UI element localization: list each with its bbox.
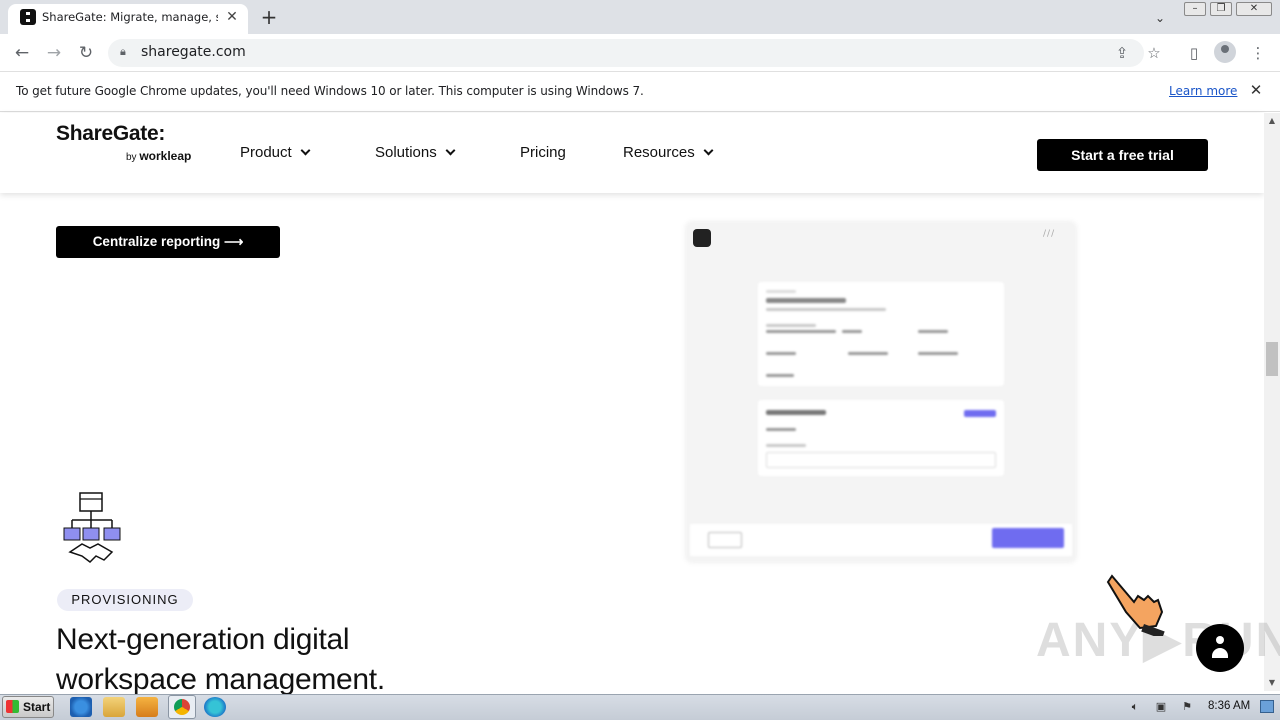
chat-support-button[interactable]: [1196, 624, 1244, 672]
nav-pricing[interactable]: Pricing: [520, 144, 566, 161]
nav-pricing-label: Pricing: [520, 144, 566, 161]
tab-close-icon[interactable]: ✕: [223, 8, 241, 26]
forward-icon[interactable]: →: [42, 42, 66, 64]
volume-icon[interactable]: 🔈︎: [1128, 700, 1142, 713]
media-player-icon[interactable]: [136, 697, 158, 717]
nav-resources-label: Resources: [623, 144, 695, 161]
learn-more-link[interactable]: Learn more: [1169, 84, 1237, 98]
explorer-folder-icon[interactable]: [103, 697, 125, 717]
restore-button[interactable]: ❐: [1210, 2, 1232, 16]
lock-icon[interactable]: 🔒︎: [120, 45, 132, 59]
close-window-button[interactable]: ✕: [1236, 2, 1272, 16]
tab-search-chevron-icon[interactable]: ⌄: [1150, 8, 1170, 28]
share-icon[interactable]: ⇪: [1110, 42, 1134, 64]
logo-by-text: by: [126, 152, 137, 163]
show-desktop-icon[interactable]: [1260, 700, 1274, 713]
new-tab-button[interactable]: +: [258, 6, 280, 28]
scroll-up-icon[interactable]: ▲: [1266, 116, 1278, 126]
edge-icon[interactable]: [204, 697, 226, 717]
nav-solutions[interactable]: Solutions: [375, 144, 456, 161]
logo-brand: workleap: [139, 149, 192, 163]
section-heading: Next-generation digital workspace manage…: [56, 623, 385, 696]
chevron-down-icon: [445, 145, 456, 156]
screenshot-create-button: [992, 528, 1064, 548]
back-icon[interactable]: ←: [10, 42, 34, 64]
chrome-taskbar-icon[interactable]: [168, 695, 196, 719]
sharegate-logo[interactable]: ShareGate:: [56, 122, 165, 146]
profile-avatar-icon[interactable]: [1214, 41, 1236, 63]
ie-icon[interactable]: [70, 697, 92, 717]
centralize-reporting-button[interactable]: Centralize reporting ⟶: [56, 226, 280, 258]
minimize-button[interactable]: –: [1184, 2, 1206, 16]
provisioning-handshake-icon: [63, 492, 121, 563]
taskbar-clock[interactable]: 8:36 AM: [1208, 700, 1250, 712]
windows-flag-icon: [6, 700, 19, 713]
reload-icon[interactable]: ↻: [74, 42, 98, 64]
pointer-hand-icon: [1106, 574, 1165, 636]
screenshot-back-button: [708, 532, 742, 548]
scroll-down-icon[interactable]: ▼: [1266, 678, 1278, 688]
scrollbar-thumb[interactable]: [1266, 342, 1278, 376]
logo-byline: by workleap: [126, 149, 191, 163]
infobar-message: To get future Google Chrome updates, you…: [16, 84, 644, 98]
screenshot-card-channels: [758, 400, 1004, 476]
nav-solutions-label: Solutions: [375, 144, 437, 161]
bookmark-star-icon[interactable]: ☆: [1142, 42, 1166, 64]
start-free-trial-button[interactable]: Start a free trial: [1037, 139, 1208, 171]
chevron-down-icon: [703, 145, 714, 156]
provisioning-badge: PROVISIONING: [57, 589, 193, 611]
infobar-close-icon[interactable]: ✕: [1248, 82, 1264, 98]
nav-product-label: Product: [240, 144, 292, 161]
screenshot-card-details: [758, 282, 1004, 386]
address-bar[interactable]: [108, 39, 1144, 67]
screenshot-dots: ///: [1043, 229, 1056, 239]
screenshot-app-logo: [693, 229, 711, 247]
tab-title: ShareGate: Migrate, manage, secure: [42, 10, 218, 24]
product-screenshot-image: [686, 222, 1076, 562]
action-center-flag-icon[interactable]: ⚑: [1180, 700, 1194, 713]
nav-product[interactable]: Product: [240, 144, 311, 161]
scrollbar-track[interactable]: [1264, 113, 1280, 691]
chevron-down-icon: [300, 145, 311, 156]
side-panel-icon[interactable]: ▯: [1182, 42, 1206, 64]
menu-kebab-icon[interactable]: ⋮: [1246, 42, 1270, 64]
url-text[interactable]: sharegate.com: [141, 44, 246, 60]
sharegate-favicon-icon: [20, 9, 36, 25]
network-icon[interactable]: ▣: [1154, 700, 1168, 713]
nav-resources[interactable]: Resources: [623, 144, 714, 161]
